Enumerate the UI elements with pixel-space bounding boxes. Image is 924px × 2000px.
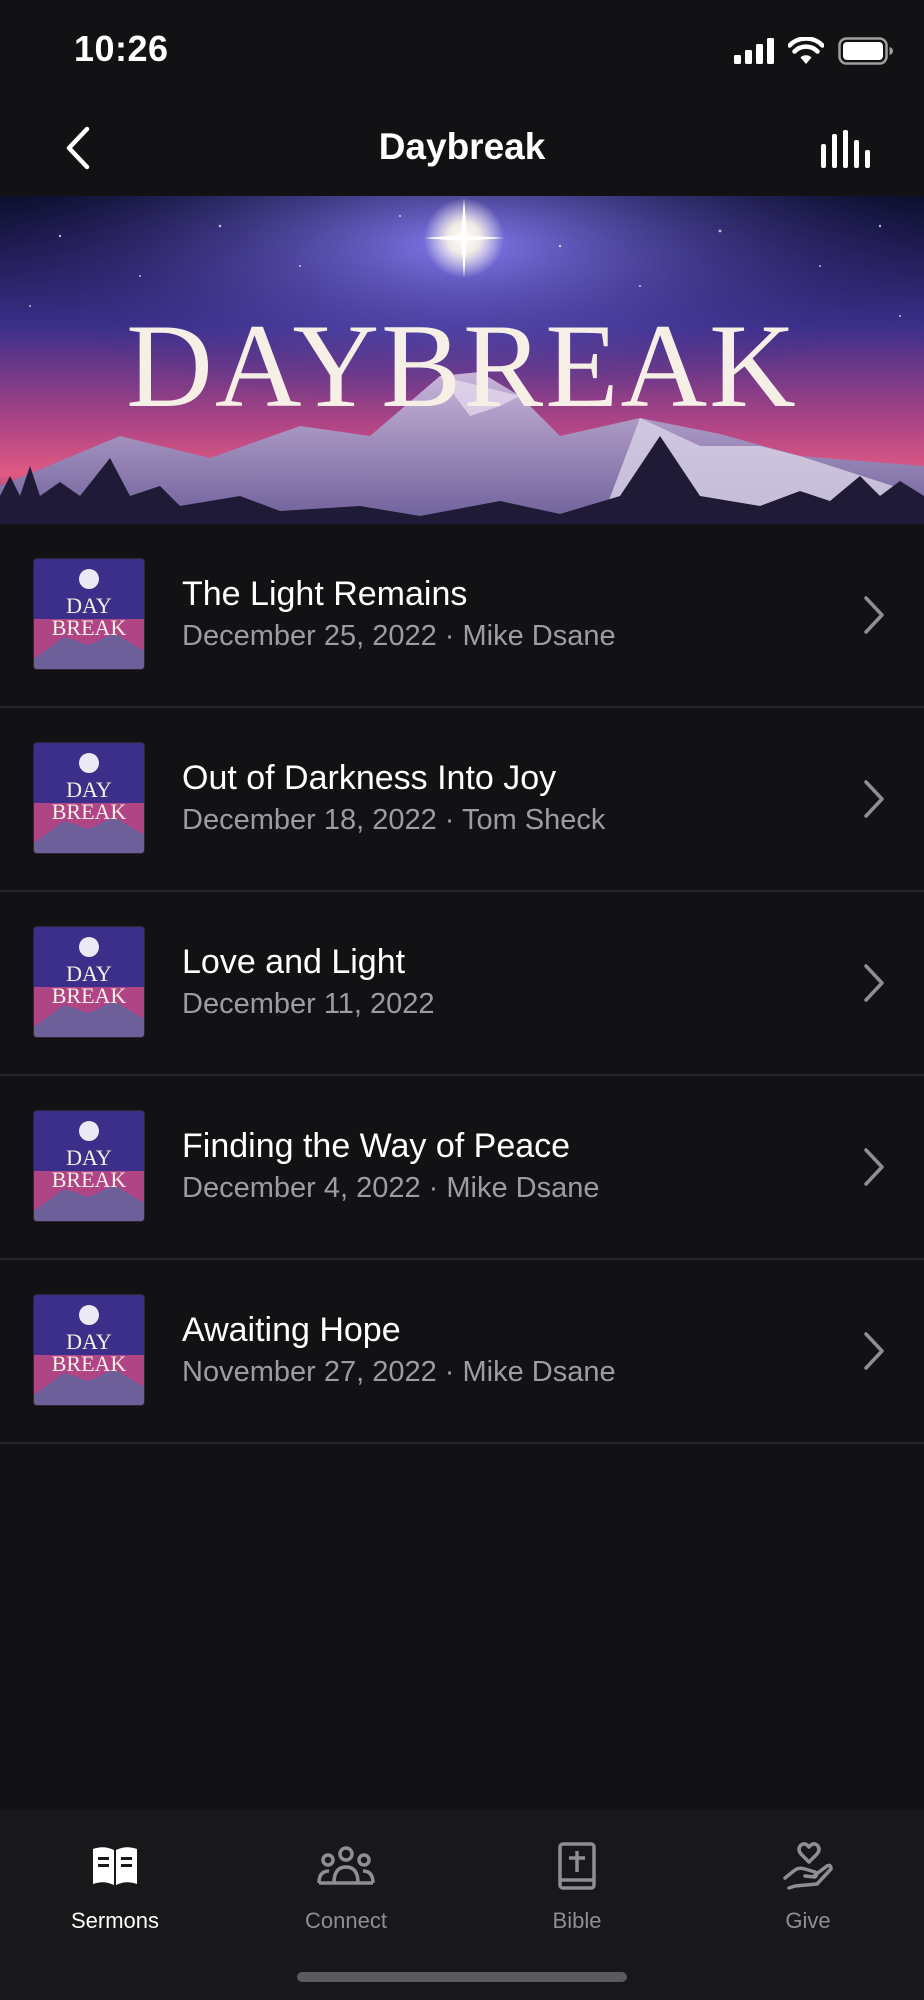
sermon-title: The Light Remains	[182, 575, 468, 613]
sermon-title: Love and Light	[182, 943, 406, 981]
tab-label: Give	[785, 1908, 831, 1933]
sermon-title: Finding the Way of Peace	[182, 1127, 571, 1165]
svg-text:BREAK: BREAK	[52, 615, 127, 640]
sermon-thumbnail: DAY BREAK	[34, 1111, 144, 1221]
list-item[interactable]: DAY BREAK Finding the Way of Peace Decem…	[0, 1076, 924, 1260]
chevron-right-icon	[864, 596, 884, 634]
tab-label: Sermons	[70, 1908, 160, 1933]
sermon-subtitle: December 18, 2022 · Tom Sheck	[182, 804, 606, 836]
svg-text:BREAK: BREAK	[52, 983, 127, 1008]
svg-text:BREAK: BREAK	[52, 1351, 127, 1376]
tab-sermons[interactable]: Sermons	[25, 1836, 205, 1934]
tab-label: Bible	[552, 1908, 602, 1933]
sermon-thumbnail: DAY BREAK	[34, 559, 144, 669]
sermon-title: Out of Darkness Into Joy	[182, 759, 557, 797]
sermon-thumbnail: DAY BREAK	[34, 1295, 144, 1405]
chevron-right-icon	[864, 780, 884, 818]
audio-bars-icon	[821, 130, 870, 168]
list-item[interactable]: DAY BREAK Out of Darkness Into Joy Decem…	[0, 708, 924, 892]
chevron-right-icon	[864, 1332, 884, 1370]
svg-text:BREAK: BREAK	[52, 1167, 127, 1192]
wifi-icon	[788, 37, 824, 64]
list-item[interactable]: DAY BREAK Love and Light December 11, 20…	[0, 892, 924, 1076]
chevron-right-icon	[864, 964, 884, 1002]
give-heart-hand-icon	[783, 1842, 833, 1890]
home-indicator	[297, 1972, 627, 1982]
sermon-subtitle: December 11, 2022	[182, 988, 435, 1020]
navigation-bar: Daybreak	[0, 100, 924, 196]
sermon-thumbnail: DAY BREAK	[34, 743, 144, 853]
tab-connect[interactable]: Connect	[256, 1836, 436, 1934]
sermon-title: Awaiting Hope	[182, 1311, 401, 1349]
series-banner: DAYBREAK	[0, 196, 924, 524]
battery-icon	[838, 37, 893, 65]
sermon-subtitle: December 25, 2022 · Mike Dsane	[182, 620, 616, 652]
status-time: 10:26	[74, 28, 169, 69]
sermon-subtitle: December 4, 2022 · Mike Dsane	[182, 1172, 600, 1204]
people-group-icon	[317, 1846, 375, 1885]
tab-give[interactable]: Give	[718, 1836, 898, 1934]
sermon-thumbnail: DAY BREAK	[34, 927, 144, 1037]
status-icons	[734, 34, 894, 68]
page-title: Daybreak	[378, 126, 546, 167]
audio-player-button[interactable]	[818, 122, 874, 176]
chevron-right-icon	[864, 1148, 884, 1186]
cellular-signal-icon	[734, 38, 774, 64]
banner-title: DAYBREAK	[126, 299, 798, 432]
sermon-list: DAY BREAK The Light Remains December 25,…	[0, 524, 924, 1444]
banner-artwork: DAYBREAK	[0, 196, 924, 524]
bible-icon	[558, 1842, 596, 1890]
sermon-subtitle: November 27, 2022 · Mike Dsane	[182, 1356, 616, 1388]
svg-text:BREAK: BREAK	[52, 799, 127, 824]
list-item[interactable]: DAY BREAK Awaiting Hope November 27, 202…	[0, 1260, 924, 1444]
open-book-icon	[93, 1847, 137, 1885]
status-bar: 10:26	[0, 0, 924, 100]
list-item[interactable]: DAY BREAK The Light Remains December 25,…	[0, 524, 924, 708]
tab-label: Connect	[305, 1908, 387, 1933]
tab-bible[interactable]: Bible	[487, 1836, 667, 1934]
